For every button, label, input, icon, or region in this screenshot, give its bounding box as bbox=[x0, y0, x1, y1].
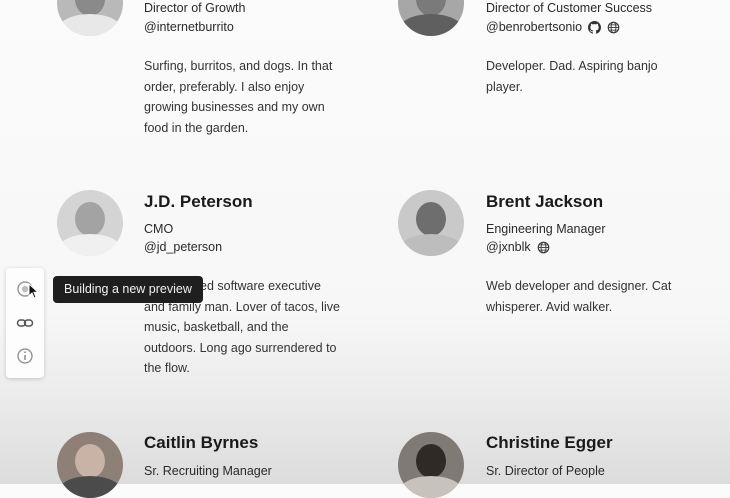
avatar bbox=[57, 190, 123, 256]
member-role: Engineering Manager bbox=[486, 222, 606, 236]
link-icon bbox=[16, 319, 34, 327]
member-role: CMO bbox=[144, 222, 174, 236]
info-icon bbox=[17, 348, 33, 364]
member-handle-row: @benrobertsonio bbox=[486, 20, 620, 34]
member-handle-row: @jd_peterson bbox=[144, 240, 222, 254]
member-bio: Surfing, burritos, and dogs. In that ord… bbox=[144, 59, 333, 135]
member-name: Christine Egger bbox=[486, 433, 613, 452]
info-button[interactable] bbox=[15, 346, 35, 366]
copy-link-button[interactable] bbox=[15, 313, 35, 333]
member-handle[interactable]: @jxnblk bbox=[486, 240, 531, 254]
member-bio: Developer. Dad. Aspiring banjo player. bbox=[486, 59, 658, 94]
tooltip: Building a new preview bbox=[53, 276, 203, 303]
member-role: Director of Growth bbox=[144, 1, 246, 15]
member-bio: Web developer and designer. Cat whispere… bbox=[486, 279, 672, 314]
avatar bbox=[398, 190, 464, 256]
member-name: Caitlin Byrnes bbox=[144, 433, 259, 452]
member-name: J.D. Peterson bbox=[144, 192, 253, 211]
member-role: Sr. Director of People bbox=[486, 464, 605, 478]
avatar bbox=[57, 432, 123, 498]
member-handle[interactable]: @jd_peterson bbox=[144, 240, 222, 254]
member-name: Brent Jackson bbox=[486, 192, 604, 211]
globe-icon[interactable] bbox=[607, 21, 620, 34]
cursor-icon bbox=[28, 283, 40, 299]
member-role: Director of Customer Success bbox=[486, 1, 653, 15]
member-handle[interactable]: @internetburrito bbox=[144, 20, 234, 34]
member-role: Sr. Recruiting Manager bbox=[144, 464, 272, 478]
github-icon[interactable] bbox=[588, 20, 602, 34]
member-handle-row: @internetburrito bbox=[144, 20, 234, 34]
avatar bbox=[398, 432, 464, 498]
member-handle-row: @jxnblk bbox=[486, 240, 550, 254]
globe-icon[interactable] bbox=[537, 241, 550, 254]
avatar bbox=[398, 0, 464, 36]
member-handle[interactable]: @benrobertsonio bbox=[486, 20, 582, 34]
avatar bbox=[57, 0, 123, 36]
